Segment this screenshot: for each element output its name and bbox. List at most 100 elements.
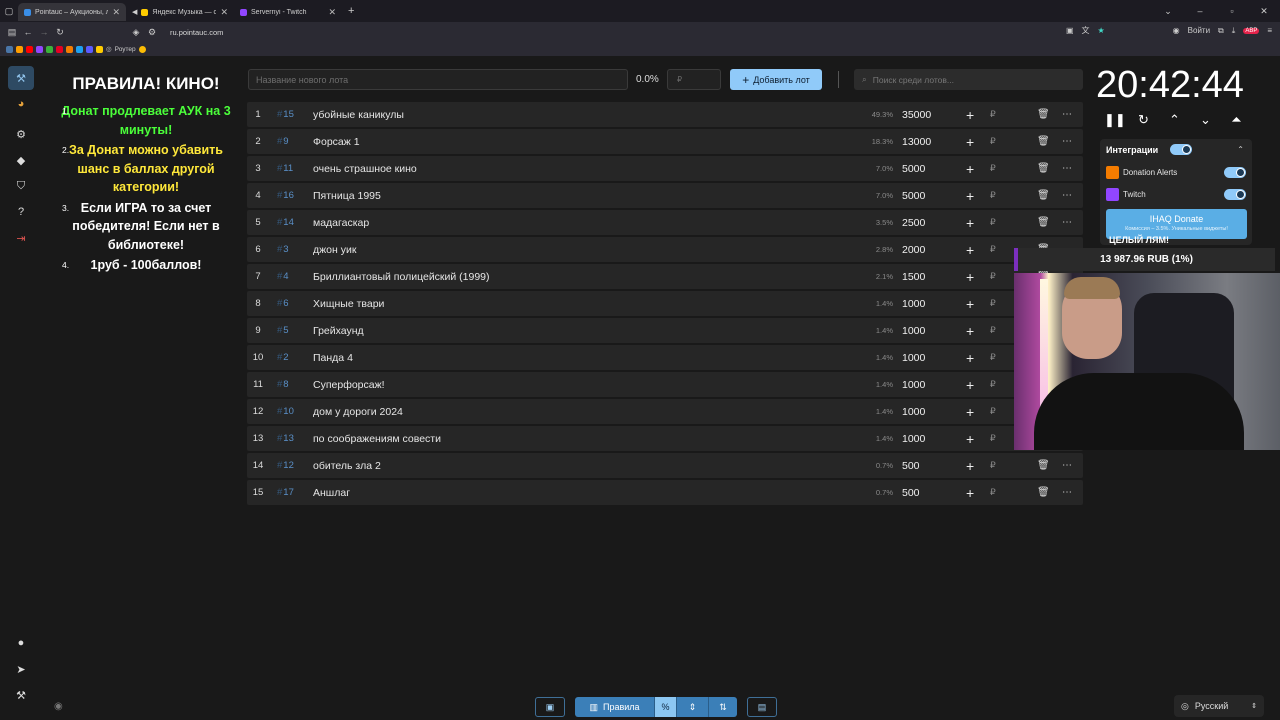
sidebar-toggle-icon[interactable]: ▤ bbox=[4, 27, 20, 38]
lot-id[interactable]: #9 bbox=[269, 136, 313, 147]
add-amount-button[interactable]: + bbox=[966, 269, 974, 285]
lot-amount[interactable]: 1000 bbox=[902, 433, 925, 445]
lot-name[interactable]: Бриллиантовый полицейский (1999) bbox=[313, 271, 490, 283]
donation-alerts-toggle[interactable] bbox=[1224, 167, 1246, 178]
tab-list-icon[interactable]: ⌄ bbox=[1152, 6, 1184, 17]
lot-row[interactable]: 6#3джон уик2.8%2000+₽🗑⋯ bbox=[247, 237, 1083, 262]
lot-name[interactable]: очень страшное кино bbox=[313, 163, 417, 175]
currency-input[interactable]: ₽ bbox=[990, 487, 996, 498]
menu-icon[interactable]: ≡ bbox=[1267, 26, 1272, 35]
site-settings-icon[interactable]: ⚙ bbox=[144, 27, 160, 38]
add-amount-button[interactable]: + bbox=[966, 296, 974, 312]
currency-input[interactable]: ₽ bbox=[990, 190, 996, 201]
lot-row[interactable]: 11#8Суперфорсаж!1.4%1000+₽🗑⋯ bbox=[247, 372, 1083, 397]
double-chevron-up-icon[interactable]: ⏶ bbox=[1228, 112, 1245, 128]
reset-icon[interactable]: ↻ bbox=[1135, 112, 1152, 128]
currency-input[interactable]: ₽ bbox=[990, 433, 996, 444]
lot-row[interactable]: 13#13по соображениям совести1.4%1000+₽🗑⋯ bbox=[247, 426, 1083, 451]
reload-icon[interactable]: ↻ bbox=[52, 27, 68, 38]
lot-row[interactable]: 12#10дом у дороги 20241.4%1000+₽🗑⋯ bbox=[247, 399, 1083, 424]
chevron-down-icon[interactable]: ⌄ bbox=[1197, 112, 1214, 128]
url-field[interactable]: ru.pointauc.com bbox=[170, 28, 223, 37]
add-amount-button[interactable]: + bbox=[966, 485, 974, 501]
twitch-toggle[interactable] bbox=[1224, 189, 1246, 200]
collapse-icon[interactable]: ⌃ bbox=[1237, 145, 1244, 154]
lot-id[interactable]: #15 bbox=[269, 109, 313, 120]
chevron-up-icon[interactable]: ⌃ bbox=[1166, 112, 1183, 128]
lot-row[interactable]: 14 #12 обитель зла 2 0.7% 500 + ₽ 🗑 ⋯ bbox=[247, 453, 1083, 478]
lot-name[interactable]: по соображениям совести bbox=[313, 433, 441, 445]
currency-input[interactable]: ₽ bbox=[990, 271, 996, 282]
lot-id[interactable]: #13 bbox=[269, 433, 313, 444]
browser-tab-pointauc[interactable]: Pointauc – Аукционы, лотереи ✕ bbox=[18, 3, 126, 21]
language-select[interactable]: ◎ Русский ⇕ bbox=[1174, 695, 1264, 717]
abp-icon[interactable]: ABP bbox=[1243, 27, 1260, 34]
layers-icon[interactable]: ◆ bbox=[8, 148, 34, 172]
sort-icon[interactable]: ⇅ bbox=[709, 697, 737, 717]
add-amount-button[interactable]: + bbox=[966, 350, 974, 366]
more-options-button[interactable]: ⋯ bbox=[1062, 163, 1072, 174]
currency-input[interactable]: ₽ bbox=[990, 298, 996, 309]
bookmark-youtube-icon[interactable] bbox=[26, 45, 33, 53]
lot-row[interactable]: 7 #4 Бриллиантовый полицейский (1999) 2.1% 1… bbox=[247, 264, 1083, 289]
wheel-chart-icon[interactable]: ◕ bbox=[8, 92, 34, 116]
lot-amount[interactable]: 2500 bbox=[902, 217, 925, 229]
downloads-icon[interactable]: ⤓ bbox=[1232, 26, 1236, 36]
trash-icon[interactable]: 🗑 bbox=[1037, 460, 1050, 471]
currency-input[interactable]: ₽ bbox=[990, 460, 996, 471]
lot-amount[interactable]: 1000 bbox=[902, 379, 925, 391]
settings-gear-icon[interactable]: ⚙ bbox=[8, 122, 34, 146]
currency-input[interactable]: ₽ bbox=[990, 244, 996, 255]
lot-amount[interactable]: 500 bbox=[902, 487, 920, 499]
currency-input[interactable]: ₽ bbox=[990, 379, 996, 390]
bookmark-pinterest-icon[interactable] bbox=[56, 45, 63, 53]
lot-name[interactable]: Суперфорсаж! bbox=[313, 379, 385, 391]
new-lot-amount-input[interactable]: ₽ bbox=[667, 69, 721, 90]
add-amount-button[interactable]: + bbox=[966, 134, 974, 150]
lot-name[interactable]: Аншлаг bbox=[313, 487, 350, 499]
lot-row[interactable]: 9#5Грейхаунд1.4%1000+₽🗑⋯ bbox=[247, 318, 1083, 343]
bookmark-router[interactable]: Роутер bbox=[115, 46, 136, 53]
lot-name[interactable]: дом у дороги 2024 bbox=[313, 406, 403, 418]
more-options-button[interactable]: ⋯ bbox=[1062, 136, 1072, 147]
add-amount-button[interactable]: + bbox=[966, 458, 974, 474]
lot-id[interactable]: #10 bbox=[269, 406, 313, 417]
screenshot-icon[interactable]: ▣ bbox=[1066, 26, 1074, 35]
lot-row[interactable]: 1 #15 убойные каникулы 49.3% 35000 + ₽ 🗑 ⋯ bbox=[247, 102, 1083, 127]
lot-amount[interactable]: 5000 bbox=[902, 163, 925, 175]
lot-row[interactable]: 5 #14 мадагаскар 3.5% 2500 + ₽ 🗑 ⋯ bbox=[247, 210, 1083, 235]
browser-tab-twitch[interactable]: Servernyi - Twitch ✕ bbox=[234, 3, 342, 21]
add-amount-button[interactable]: + bbox=[966, 242, 974, 258]
rules-button[interactable]: ▥ Правила bbox=[575, 697, 655, 717]
close-tab-icon[interactable]: ✕ bbox=[220, 7, 228, 18]
trash-icon[interactable]: 🗑 bbox=[1037, 487, 1050, 498]
lot-name[interactable]: джон уик bbox=[313, 244, 356, 256]
more-options-button[interactable]: ⋯ bbox=[1062, 190, 1072, 201]
lot-id[interactable]: #11 bbox=[269, 163, 313, 174]
bookmark-twitch-icon[interactable] bbox=[36, 45, 43, 53]
currency-input[interactable]: ₽ bbox=[990, 325, 996, 336]
lot-amount[interactable]: 1000 bbox=[902, 352, 925, 364]
bookmark-chrome-icon[interactable] bbox=[138, 45, 146, 53]
minimize-icon[interactable]: – bbox=[1184, 6, 1216, 16]
lot-amount[interactable]: 1000 bbox=[902, 298, 925, 310]
maximize-icon[interactable]: ▫ bbox=[1216, 6, 1248, 16]
lot-id[interactable]: #8 bbox=[269, 379, 313, 390]
lot-amount[interactable]: 1000 bbox=[902, 325, 925, 337]
bookmark-donate-icon[interactable] bbox=[66, 45, 73, 53]
lot-name[interactable]: мадагаскар bbox=[313, 217, 369, 229]
login-button[interactable]: Войти bbox=[1188, 26, 1210, 35]
lot-id[interactable]: #5 bbox=[269, 325, 313, 336]
lot-name[interactable]: убойные каникулы bbox=[313, 109, 404, 121]
speaker-icon[interactable]: ◀ bbox=[132, 8, 137, 16]
trash-icon[interactable]: 🗑 bbox=[1037, 136, 1050, 147]
close-tab-icon[interactable]: ✕ bbox=[328, 7, 336, 18]
browser-tab-yandex-music[interactable]: ◀ Яндекс Музыка — собираем ✕ bbox=[126, 3, 234, 21]
lot-search-input[interactable]: ⌕ Поиск среди лотов... bbox=[854, 69, 1083, 90]
lot-name[interactable]: Форсаж 1 bbox=[313, 136, 360, 148]
more-options-button[interactable]: ⋯ bbox=[1062, 487, 1072, 498]
lot-id[interactable]: #2 bbox=[269, 352, 313, 363]
lot-amount[interactable]: 13000 bbox=[902, 136, 931, 148]
profile-icon[interactable]: ◉ bbox=[1173, 26, 1180, 35]
telegram-icon[interactable]: ➤ bbox=[8, 656, 34, 682]
